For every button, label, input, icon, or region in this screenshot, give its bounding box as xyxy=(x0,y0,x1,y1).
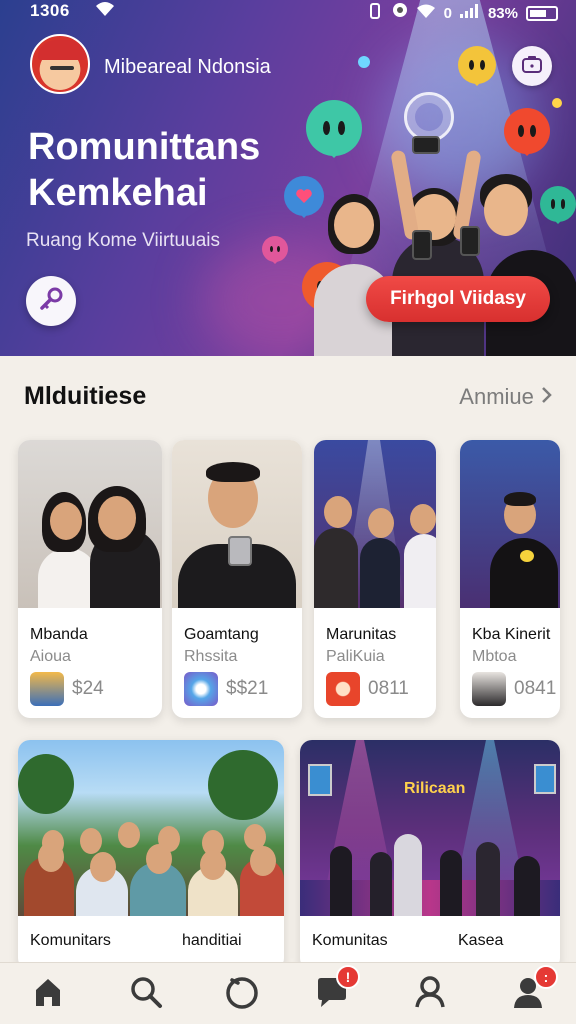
search-icon xyxy=(129,975,163,1014)
avatar[interactable] xyxy=(30,34,90,94)
account-badge: : xyxy=(534,965,558,989)
card-mini-thumb xyxy=(30,672,64,706)
card-image xyxy=(18,440,162,608)
status-icons: 0 83% xyxy=(366,2,558,24)
bottom-nav: ! : xyxy=(0,962,576,1024)
venue-sign: Rilicaan xyxy=(404,780,466,797)
card-price: 0841 xyxy=(514,678,557,699)
screen-icon xyxy=(308,764,332,796)
see-all-link[interactable]: Anmiue xyxy=(459,384,552,410)
vibrate-icon xyxy=(366,2,384,24)
cta-button[interactable]: Firhgol Viidasy xyxy=(366,276,550,322)
nav-home[interactable] xyxy=(24,971,72,1017)
community-card[interactable]: Kba Kinerit Mbtoa 0841 xyxy=(460,440,560,718)
community-card-large[interactable]: Komunitars handitiai xyxy=(18,740,284,970)
card-subtitle: Aioua xyxy=(30,648,71,665)
search-key-icon xyxy=(37,285,65,318)
community-card[interactable]: Mbanda Aioua $24 xyxy=(18,440,162,718)
profile-icon xyxy=(413,975,447,1014)
section-header: Mlduitiese Anmiue xyxy=(0,356,576,436)
nav-chat[interactable]: ! xyxy=(308,965,360,1017)
card-title: handitiai xyxy=(182,932,242,949)
nav-account[interactable]: : xyxy=(504,965,558,1017)
data-indicator: 0 xyxy=(443,4,452,22)
section-title: Mlduitiese xyxy=(24,382,147,410)
hero-title: Romunittans Kemkehai xyxy=(28,126,261,214)
signal-icon xyxy=(459,4,480,22)
card-mini-thumb xyxy=(472,672,506,706)
emblem-icon xyxy=(520,550,534,562)
nav-search[interactable] xyxy=(122,971,170,1017)
status-bar: 1306 0 83% xyxy=(0,0,576,24)
emoji-bubble-icon xyxy=(504,108,550,156)
emoji-bubble-icon xyxy=(262,236,288,264)
card-title: Mbanda xyxy=(30,626,88,643)
card-subtitle: Mbtoa xyxy=(472,648,517,665)
card-price: $24 xyxy=(72,678,104,699)
home-icon xyxy=(32,976,64,1013)
camera-button[interactable] xyxy=(512,46,552,86)
card-price: $$21 xyxy=(226,678,269,699)
status-time: 1306 xyxy=(30,1,70,20)
card-mini-thumb xyxy=(184,672,218,706)
card-image xyxy=(314,440,436,608)
camera-icon xyxy=(522,55,542,78)
card-mini-thumb xyxy=(326,672,360,706)
community-card[interactable]: Marunitas PaliKuia 0811 xyxy=(314,440,436,718)
nav-profile[interactable] xyxy=(406,971,454,1017)
circle-icon xyxy=(224,974,260,1015)
battery-icon xyxy=(526,5,558,21)
screen-icon xyxy=(534,764,556,794)
card-title: Komunitas xyxy=(312,932,388,949)
card-title: Marunitas xyxy=(326,626,397,643)
sparkle-icon xyxy=(358,56,370,68)
see-all-label: Anmiue xyxy=(459,384,534,409)
chat-badge: ! xyxy=(336,965,360,989)
card-image: Rilicaan xyxy=(300,740,560,916)
user-name: Mibeareal Ndonsia xyxy=(104,56,271,78)
card-subtitle: PaliKuia xyxy=(326,648,385,665)
battery-percent: 83% xyxy=(487,4,518,22)
nav-create[interactable] xyxy=(218,971,266,1017)
card-image xyxy=(172,440,302,608)
community-card-large[interactable]: Rilicaan Komunitas Kasea xyxy=(300,740,560,970)
location-icon xyxy=(392,2,408,24)
emoji-bubble-icon xyxy=(458,46,496,86)
community-card[interactable]: Goamtang Rhssita $$21 xyxy=(172,440,302,718)
chevron-right-icon xyxy=(540,384,552,409)
spiral-icon xyxy=(404,92,454,142)
wifi-icon xyxy=(416,3,436,23)
hero-subtitle: Ruang Kome Viirtuuais xyxy=(26,230,220,251)
hero-illustration xyxy=(300,136,576,356)
card-subtitle: Rhssita xyxy=(184,648,238,665)
sparkle-icon xyxy=(552,98,562,108)
card-title: Kasea xyxy=(458,932,504,949)
card-image xyxy=(18,740,284,916)
card-title: Komunitars xyxy=(30,932,111,949)
card-title: Goamtang xyxy=(184,626,259,643)
search-button[interactable] xyxy=(26,276,76,326)
card-price: 0811 xyxy=(368,678,409,699)
wifi-icon xyxy=(94,0,116,23)
card-title: Kba Kinerit xyxy=(472,626,551,643)
card-image xyxy=(460,440,560,608)
hero-banner: 1306 0 83% Mibeareal Ndonsia Romunittans… xyxy=(0,0,576,356)
